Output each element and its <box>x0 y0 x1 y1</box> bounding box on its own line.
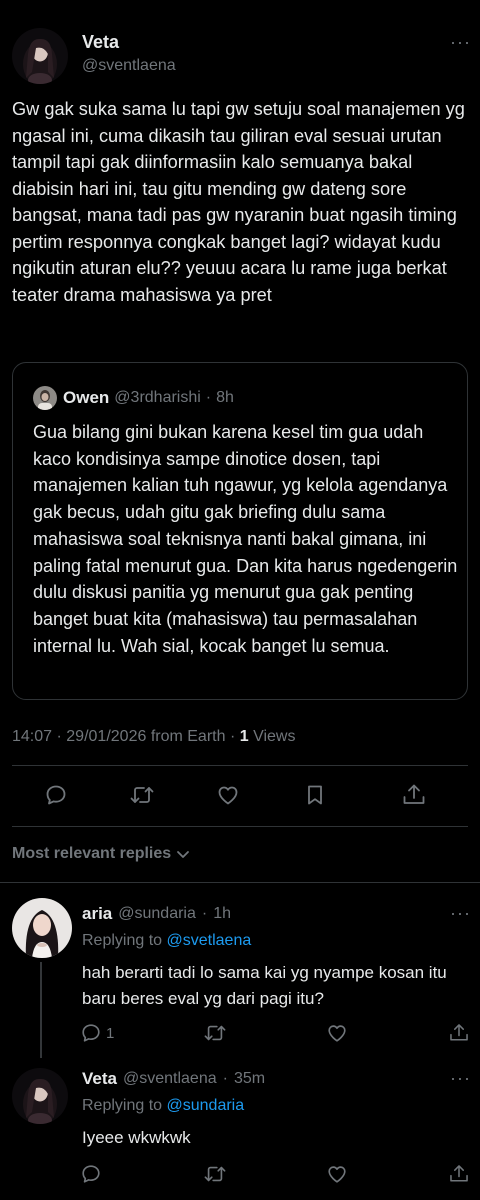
chevron-down-icon <box>177 851 190 858</box>
share-icon[interactable] <box>448 1163 470 1185</box>
reply-count: 1 <box>106 1024 115 1042</box>
heart-icon[interactable] <box>326 1163 348 1185</box>
replying-to: Replying to @svetlaena <box>82 932 251 950</box>
replying-to-prefix: Replying to <box>82 1097 163 1114</box>
separator-dot: · <box>201 905 208 922</box>
separator-dot: · <box>56 728 62 745</box>
replying-to-link[interactable]: @sundaria <box>167 1097 245 1114</box>
reply-author-name[interactable]: aria <box>82 904 112 924</box>
reply-icon[interactable] <box>80 1163 106 1185</box>
reply-author-name[interactable]: Veta <box>82 1069 117 1089</box>
more-options-icon[interactable]: ··· <box>450 904 471 922</box>
author-name[interactable]: Veta <box>82 32 119 53</box>
bookmark-icon[interactable] <box>303 783 327 807</box>
replying-to-link[interactable]: @svetlaena <box>167 932 252 949</box>
reply-author-handle[interactable]: @sventlaena <box>123 1070 217 1088</box>
views-count: 1 <box>239 728 249 745</box>
reply-icon[interactable]: 1 <box>80 1022 114 1044</box>
quoted-tweet-header: Owen @3rdharishi · 8h <box>33 386 234 410</box>
reply-header: Veta @sventlaena · 35m <box>82 1068 265 1090</box>
share-icon[interactable] <box>401 783 427 807</box>
replies-sort-label: Most relevant replies <box>12 845 172 862</box>
heart-icon[interactable] <box>326 1022 348 1044</box>
quoted-tweet[interactable]: Owen @3rdharishi · 8h Gua bilang gini bu… <box>12 362 468 700</box>
avatar[interactable] <box>12 1068 68 1124</box>
replying-to-prefix: Replying to <box>82 932 163 949</box>
heart-icon[interactable] <box>216 783 240 807</box>
reply-timestamp: 35m <box>233 1070 266 1087</box>
divider <box>12 765 468 766</box>
separator-dot: · <box>222 1070 228 1087</box>
retweet-icon[interactable] <box>203 1163 227 1185</box>
quoted-timestamp: 8h <box>216 389 234 406</box>
tweet-meta: 14:07 · 29/01/2026 from Earth · 1 Views <box>12 728 295 746</box>
replying-to: Replying to @sundaria <box>82 1097 244 1115</box>
avatar[interactable] <box>12 28 68 84</box>
views-label[interactable]: Views <box>253 728 295 745</box>
retweet-icon[interactable] <box>203 1022 227 1044</box>
quoted-avatar <box>33 386 57 410</box>
tweet-text: Gw gak suka sama lu tapi gw setuju soal … <box>12 99 465 305</box>
replies-sort-dropdown[interactable]: Most relevant replies <box>12 845 191 863</box>
tweet-date: 29/01/2026 <box>66 728 147 745</box>
separator-dot: · <box>229 728 236 745</box>
quoted-author-name: Owen <box>63 388 110 407</box>
reply-text: hah berarti tadi lo sama kai yg nyampe k… <box>82 963 447 1008</box>
more-options-icon[interactable]: ··· <box>450 33 471 51</box>
tweet-time: 14:07 <box>12 728 53 745</box>
tweet-source: from Earth <box>150 728 226 745</box>
quoted-tweet-text: Gua bilang gini bukan karena kesel tim g… <box>33 422 458 656</box>
reply-timestamp: 1h <box>213 905 231 922</box>
author-handle[interactable]: @sventlaena <box>82 57 176 75</box>
separator-dot: · <box>205 389 212 406</box>
avatar[interactable] <box>12 898 72 958</box>
reply-author-handle[interactable]: @sundaria <box>118 905 196 923</box>
divider <box>12 826 468 827</box>
divider <box>0 882 480 883</box>
share-icon[interactable] <box>448 1022 470 1044</box>
quoted-author-handle: @3rdharishi <box>114 389 201 406</box>
reply-text: Iyeee wkwkwk <box>82 1128 191 1147</box>
more-options-icon[interactable]: ··· <box>450 1069 471 1087</box>
reply-icon[interactable] <box>44 783 68 807</box>
thread-connector <box>40 962 42 1058</box>
reply-header: aria @sundaria · 1h <box>82 903 231 925</box>
retweet-icon[interactable] <box>129 783 155 807</box>
